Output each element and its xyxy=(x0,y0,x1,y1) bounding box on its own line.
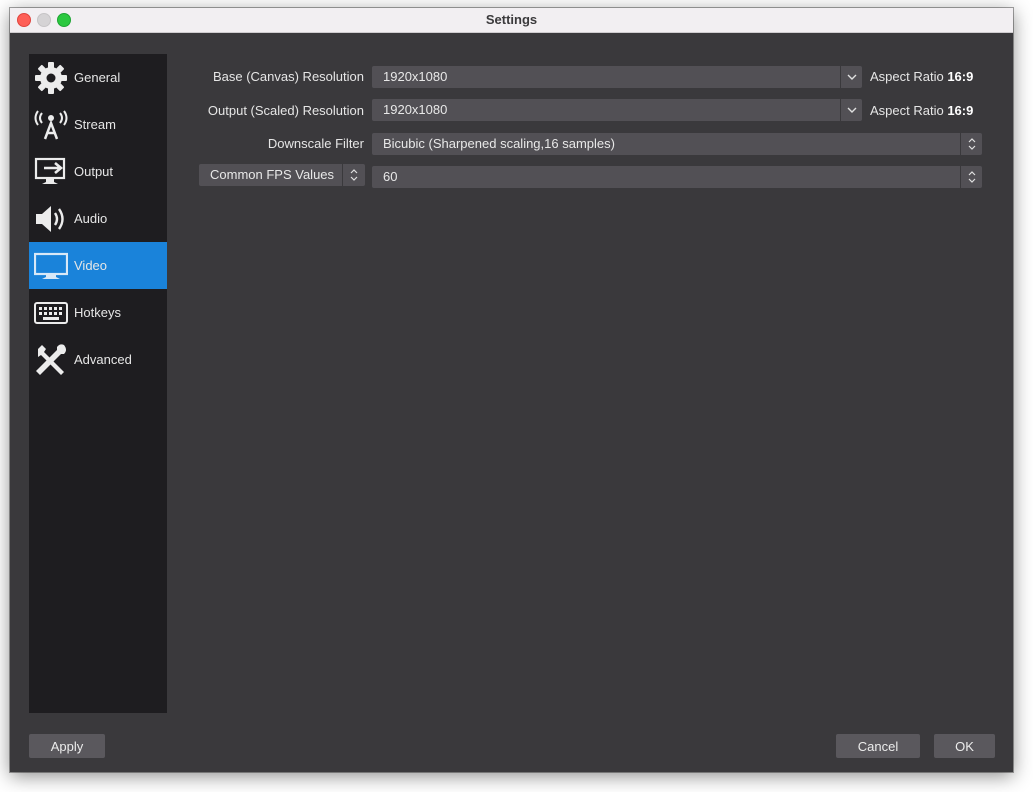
base-aspect-ratio: Aspect Ratio 16:9 xyxy=(870,69,973,84)
fps-value: 60 xyxy=(383,169,398,184)
base-resolution-label: Base (Canvas) Resolution xyxy=(212,69,364,84)
sidebar-item-hotkeys[interactable]: Hotkeys xyxy=(29,289,167,336)
broadcast-antenna-icon xyxy=(34,108,68,142)
sidebar-item-label: Audio xyxy=(74,211,108,226)
output-resolution-value: 1920x1080 xyxy=(383,102,448,117)
fps-type-select[interactable]: Common FPS Values xyxy=(199,164,365,186)
sidebar-item-output[interactable]: Output xyxy=(29,148,167,195)
fps-type-value: Common FPS Values xyxy=(210,167,335,182)
speaker-icon xyxy=(34,202,68,236)
title-bar: Settings xyxy=(10,8,1013,33)
sidebar-item-label: Advanced xyxy=(74,352,132,367)
base-resolution-value: 1920x1080 xyxy=(383,69,448,84)
chevron-down-icon[interactable] xyxy=(840,99,862,121)
gear-icon xyxy=(34,61,68,95)
sidebar-item-stream[interactable]: Stream xyxy=(29,101,167,148)
sidebar-item-label: Hotkeys xyxy=(74,305,121,320)
sidebar-item-audio[interactable]: Audio xyxy=(29,195,167,242)
apply-button[interactable]: Apply xyxy=(29,734,105,758)
output-resolution-combobox[interactable]: 1920x1080 xyxy=(372,99,862,121)
settings-sidebar: General Stream Output Audio Video Hotkey… xyxy=(29,54,167,713)
sidebar-item-video[interactable]: Video xyxy=(29,242,167,289)
aspect-ratio-value: 16:9 xyxy=(947,69,974,84)
output-resolution-label: Output (Scaled) Resolution xyxy=(207,103,364,118)
chevron-down-icon[interactable] xyxy=(840,66,862,88)
downscale-filter-select[interactable]: Bicubic (Sharpened scaling,16 samples) xyxy=(372,133,982,155)
downscale-filter-label: Downscale Filter xyxy=(267,136,364,151)
sidebar-item-label: General xyxy=(74,70,121,85)
keyboard-icon xyxy=(34,296,68,330)
output-aspect-ratio: Aspect Ratio 16:9 xyxy=(870,103,973,118)
updown-chevron-icon[interactable] xyxy=(342,164,365,186)
wrench-screwdriver-icon xyxy=(34,343,68,377)
aspect-ratio-label: Aspect Ratio xyxy=(870,69,944,84)
ok-button[interactable]: OK xyxy=(934,734,995,758)
fps-value-select[interactable]: 60 xyxy=(372,166,982,188)
base-resolution-combobox[interactable]: 1920x1080 xyxy=(372,66,862,88)
aspect-ratio-label: Aspect Ratio xyxy=(870,103,944,118)
updown-chevron-icon[interactable] xyxy=(960,133,982,155)
sidebar-item-label: Output xyxy=(74,164,114,179)
sidebar-item-general[interactable]: General xyxy=(29,54,167,101)
sidebar-item-label: Video xyxy=(74,258,108,273)
monitor-icon xyxy=(34,249,68,283)
updown-chevron-icon[interactable] xyxy=(960,166,982,188)
output-monitor-icon xyxy=(34,155,68,189)
sidebar-item-label: Stream xyxy=(74,117,116,132)
aspect-ratio-value: 16:9 xyxy=(947,103,974,118)
settings-window: Settings General Stream Output Audio Vid… xyxy=(10,8,1013,772)
sidebar-item-advanced[interactable]: Advanced xyxy=(29,336,167,383)
window-title: Settings xyxy=(485,12,538,27)
cancel-button[interactable]: Cancel xyxy=(836,734,920,758)
downscale-filter-value: Bicubic (Sharpened scaling,16 samples) xyxy=(383,136,615,151)
